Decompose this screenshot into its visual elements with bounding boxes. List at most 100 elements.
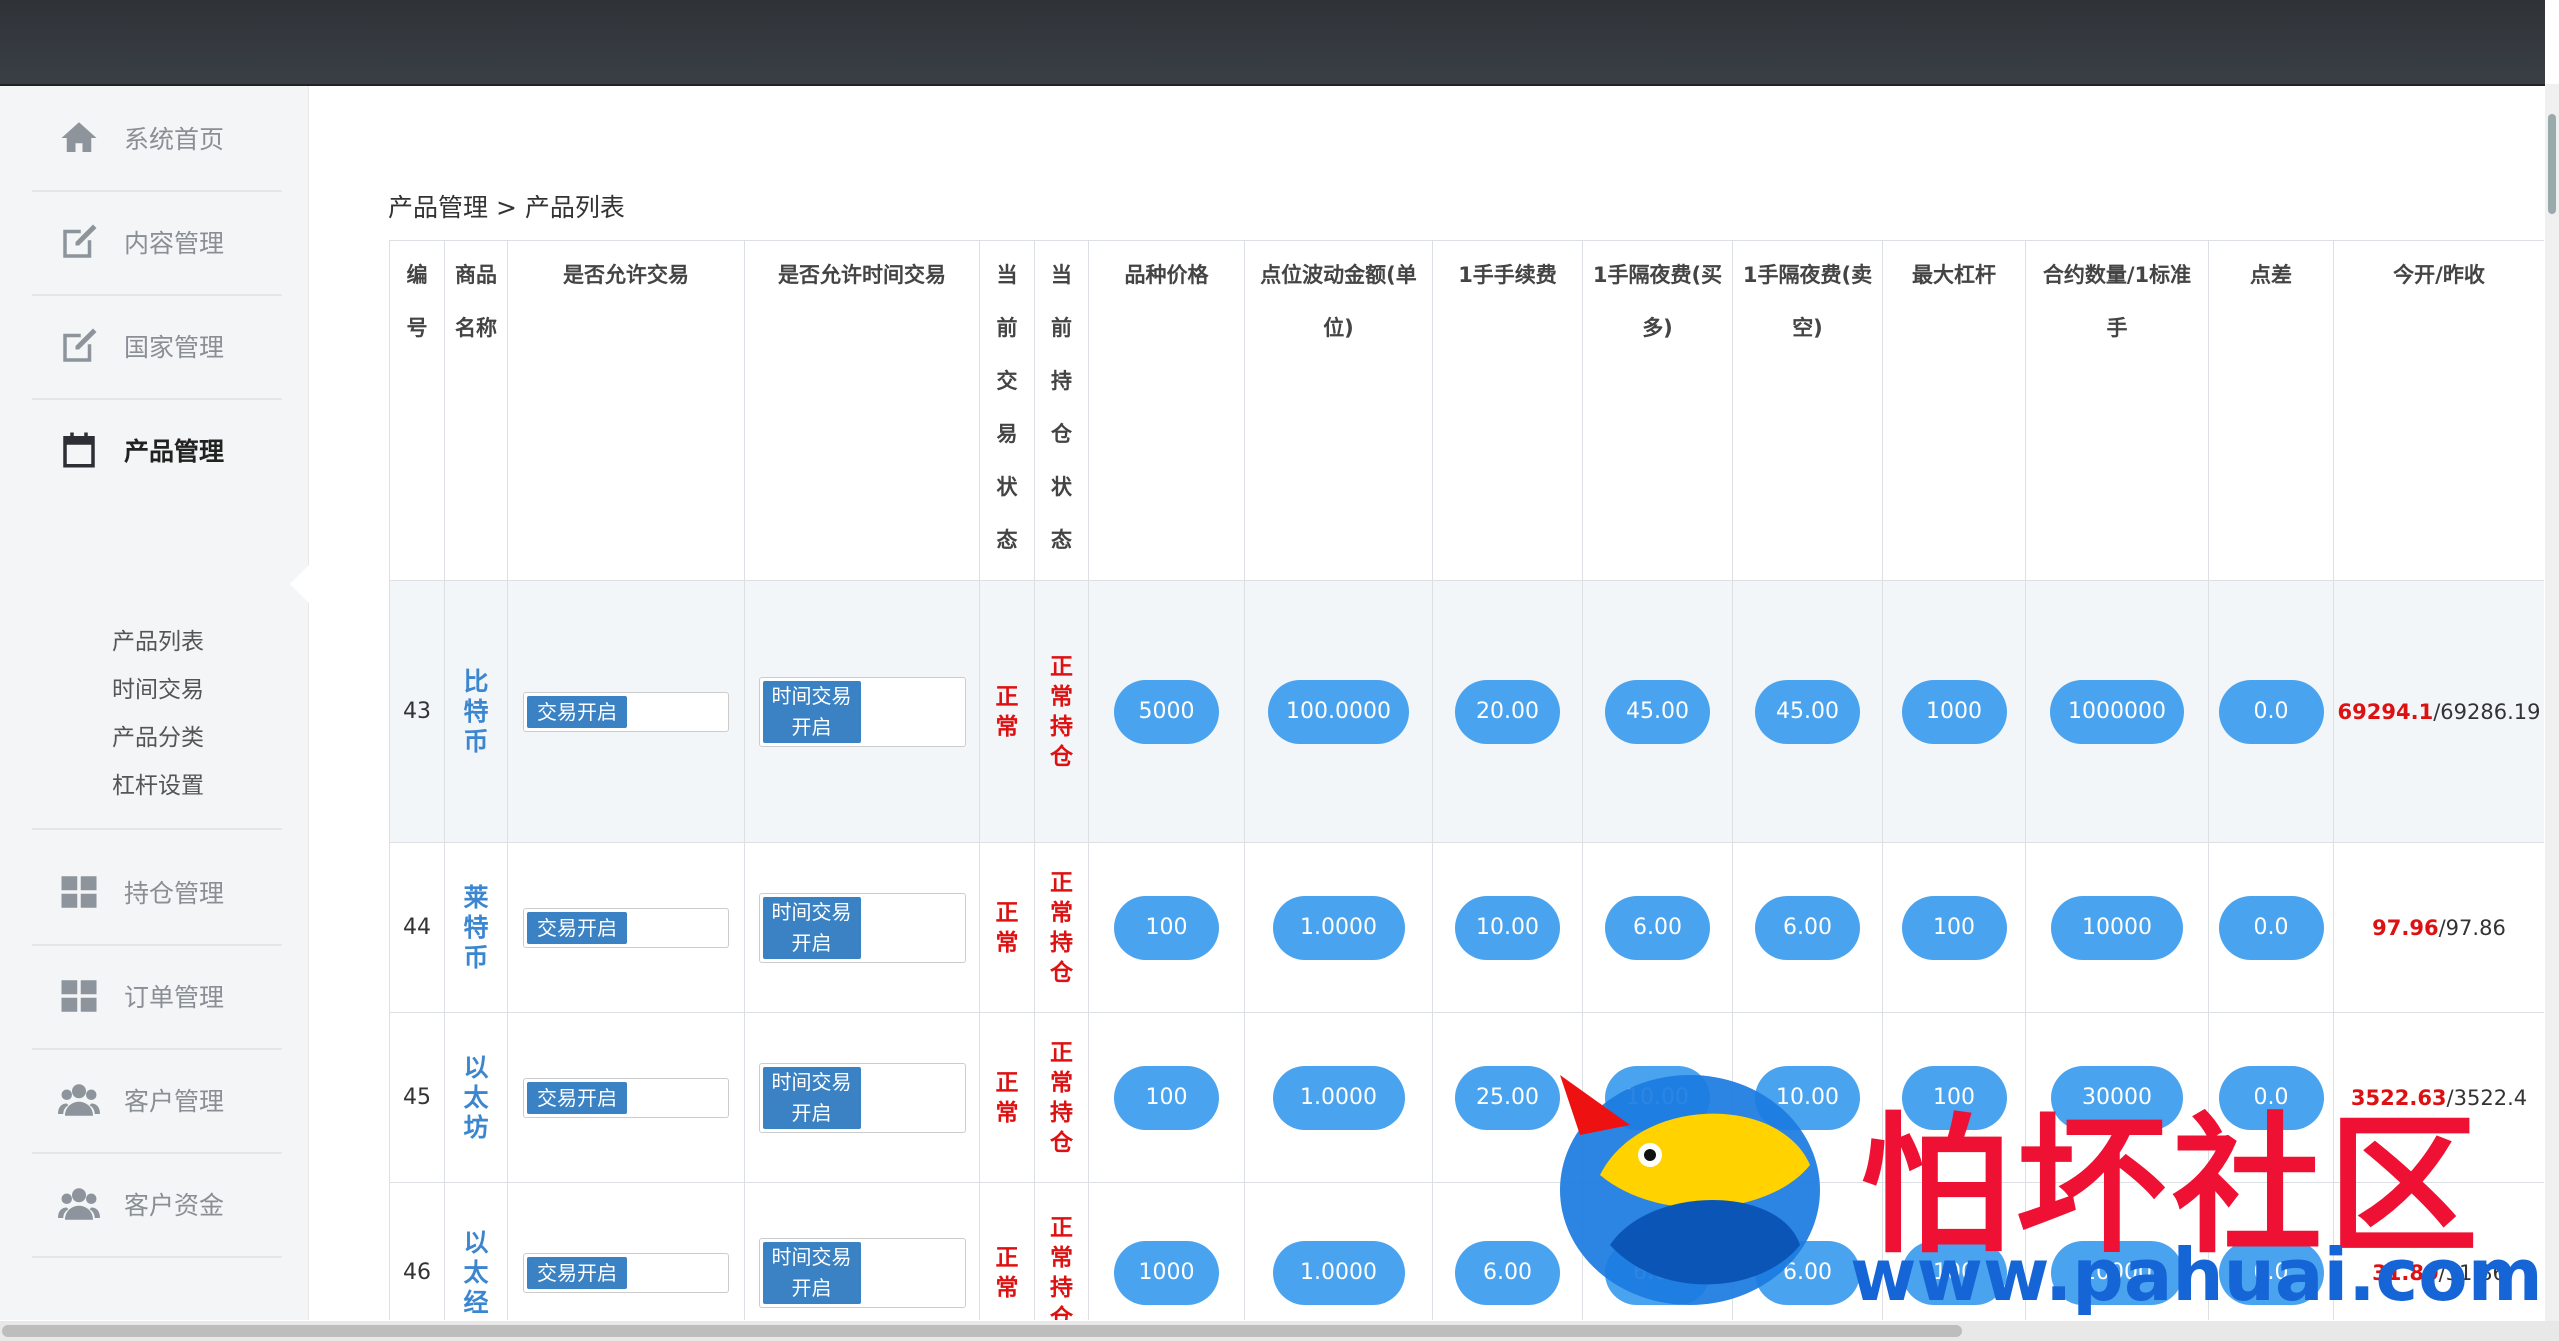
contract-pill[interactable]: 10000 bbox=[2051, 1240, 2183, 1305]
max-leverage-pill[interactable]: 100 bbox=[1901, 1065, 2007, 1130]
sidebar-item-position[interactable]: 持仓管理 bbox=[32, 840, 282, 946]
spread-pill[interactable]: 0.0 bbox=[2218, 895, 2324, 960]
sidebar: 系统首页 内容管理 国家管理 产品管理 产品列表 时间交易 产品分类 杠杆设置 … bbox=[0, 86, 309, 1320]
cell-id: 46 bbox=[389, 1182, 445, 1320]
open-price: 31.80 bbox=[2372, 1260, 2439, 1285]
col-header-price[interactable]: 品种价格 bbox=[1088, 240, 1245, 581]
users-icon bbox=[58, 1188, 100, 1220]
point-value-pill[interactable]: 1.0000 bbox=[1272, 1065, 1405, 1130]
col-header-spread[interactable]: 点差 bbox=[2208, 240, 2334, 581]
fee-pill[interactable]: 25.00 bbox=[1455, 1065, 1560, 1130]
sidebar-item-country[interactable]: 国家管理 bbox=[32, 294, 282, 400]
spread-pill[interactable]: 0.0 bbox=[2218, 679, 2324, 744]
spread-pill[interactable]: 0.0 bbox=[2218, 1065, 2324, 1130]
col-header-allow-time-trade[interactable]: 是否允许时间交易 bbox=[744, 240, 980, 581]
active-indicator bbox=[290, 564, 310, 604]
col-header-name[interactable]: 商品名称 bbox=[444, 240, 508, 581]
cell-id: 44 bbox=[389, 842, 445, 1013]
point-value-pill[interactable]: 1.0000 bbox=[1272, 1240, 1405, 1305]
time-trade-toggle[interactable]: 时间交易开启 bbox=[758, 676, 966, 747]
contract-pill[interactable]: 10000 bbox=[2051, 895, 2183, 960]
sidebar-item-label: 订单管理 bbox=[124, 983, 225, 1012]
users-icon bbox=[58, 1084, 100, 1116]
fee-pill[interactable]: 6.00 bbox=[1455, 1240, 1560, 1305]
sidebar-item-product[interactable]: 产品管理 bbox=[32, 398, 282, 502]
overnight-buy-pill[interactable]: 45.00 bbox=[1605, 679, 1710, 744]
scroll-thumb[interactable] bbox=[2, 1325, 1962, 1337]
horizontal-scrollbar[interactable] bbox=[0, 1321, 2559, 1341]
col-header-hold-status[interactable]: 当前持仓状态 bbox=[1034, 240, 1089, 581]
price-pill[interactable]: 1000 bbox=[1114, 1240, 1219, 1305]
subnav-item-product-category[interactable]: 产品分类 bbox=[32, 714, 282, 762]
overnight-buy-pill[interactable]: 10.00 bbox=[1605, 1065, 1710, 1130]
contract-pill[interactable]: 30000 bbox=[2051, 1065, 2183, 1130]
top-bar bbox=[0, 0, 2545, 86]
product-name-link[interactable]: 以太经 bbox=[445, 1228, 507, 1318]
col-header-trade-status[interactable]: 当前交易状态 bbox=[979, 240, 1035, 581]
home-icon bbox=[61, 122, 97, 152]
time-trade-toggle[interactable]: 时间交易开启 bbox=[758, 1062, 966, 1133]
max-leverage-pill[interactable]: 100 bbox=[1901, 895, 2007, 960]
sidebar-item-label: 产品管理 bbox=[124, 437, 225, 466]
table-row: 45 以太坊 交易开启 时间交易开启 正常 正常持仓 100 1.0000 25… bbox=[389, 1012, 2544, 1183]
col-header-overnight-sell[interactable]: 1手隔夜费(卖空) bbox=[1732, 240, 1883, 581]
fee-pill[interactable]: 10.00 bbox=[1455, 895, 1560, 960]
col-header-fee[interactable]: 1手手续费 bbox=[1432, 240, 1583, 581]
trade-toggle[interactable]: 交易开启 bbox=[523, 907, 729, 948]
sidebar-item-home[interactable]: 系统首页 bbox=[32, 86, 282, 192]
subnav-item-time-trade[interactable]: 时间交易 bbox=[32, 666, 282, 714]
subnav-item-leverage[interactable]: 杠杆设置 bbox=[32, 762, 282, 810]
max-leverage-pill[interactable]: 1000 bbox=[1901, 679, 2007, 744]
vertical-scrollbar[interactable] bbox=[2545, 84, 2559, 1321]
time-trade-toggle[interactable]: 时间交易开启 bbox=[758, 1237, 966, 1308]
sidebar-item-label: 内容管理 bbox=[124, 229, 225, 258]
open-close-value: 97.96/97.86 bbox=[2333, 842, 2544, 1013]
product-name-link[interactable]: 比特币 bbox=[445, 667, 507, 757]
col-header-point-value[interactable]: 点位波动金额(单位) bbox=[1244, 240, 1433, 581]
overnight-sell-pill[interactable]: 6.00 bbox=[1755, 1240, 1860, 1305]
point-value-pill[interactable]: 1.0000 bbox=[1272, 895, 1405, 960]
price-pill[interactable]: 5000 bbox=[1114, 679, 1219, 744]
col-header-id[interactable]: 编号 bbox=[389, 240, 445, 581]
cell-id: 45 bbox=[389, 1012, 445, 1183]
col-header-contract[interactable]: 合约数量/1标准手 bbox=[2025, 240, 2209, 581]
contract-pill[interactable]: 1000000 bbox=[2050, 679, 2184, 744]
toggle-label: 时间交易开启 bbox=[762, 896, 861, 959]
col-header-overnight-buy[interactable]: 1手隔夜费(买多) bbox=[1582, 240, 1733, 581]
close-price: /3522.4 bbox=[2446, 1085, 2528, 1110]
overnight-buy-pill[interactable]: 6.00 bbox=[1605, 1240, 1710, 1305]
overnight-buy-pill[interactable]: 6.00 bbox=[1605, 895, 1710, 960]
price-pill[interactable]: 100 bbox=[1114, 895, 1219, 960]
sidebar-item-customer[interactable]: 客户管理 bbox=[32, 1048, 282, 1154]
time-trade-toggle[interactable]: 时间交易开启 bbox=[758, 892, 966, 963]
overnight-sell-pill[interactable]: 45.00 bbox=[1755, 679, 1860, 744]
product-name-link[interactable]: 以太坊 bbox=[445, 1053, 507, 1143]
point-value-pill[interactable]: 100.0000 bbox=[1268, 679, 1409, 744]
col-header-allow-trade[interactable]: 是否允许交易 bbox=[507, 240, 745, 581]
trade-toggle[interactable]: 交易开启 bbox=[523, 691, 729, 732]
grid-icon bbox=[61, 876, 97, 908]
trade-toggle[interactable]: 交易开启 bbox=[523, 1252, 729, 1293]
open-close-value: 69294.1/69286.19 bbox=[2333, 580, 2544, 843]
col-header-open-close[interactable]: 今开/昨收 bbox=[2333, 240, 2544, 581]
product-name-link[interactable]: 莱特币 bbox=[445, 883, 507, 973]
sidebar-item-order[interactable]: 订单管理 bbox=[32, 944, 282, 1050]
sidebar-item-label: 国家管理 bbox=[124, 333, 225, 362]
sidebar-item-label: 系统首页 bbox=[124, 125, 225, 154]
max-leverage-pill[interactable]: 100 bbox=[1901, 1240, 2007, 1305]
spread-pill[interactable]: 0.0 bbox=[2218, 1240, 2324, 1305]
sidebar-item-content[interactable]: 内容管理 bbox=[32, 190, 282, 296]
trade-toggle[interactable]: 交易开启 bbox=[523, 1077, 729, 1118]
col-header-max-leverage[interactable]: 最大杠杆 bbox=[1882, 240, 2026, 581]
toggle-label: 交易开启 bbox=[527, 1256, 627, 1289]
overnight-sell-pill[interactable]: 6.00 bbox=[1755, 895, 1860, 960]
trade-status: 正常 bbox=[995, 1069, 1019, 1126]
subnav-item-product-list[interactable]: 产品列表 bbox=[32, 618, 282, 666]
overnight-sell-pill[interactable]: 10.00 bbox=[1755, 1065, 1860, 1130]
fee-pill[interactable]: 20.00 bbox=[1455, 679, 1560, 744]
breadcrumb: 产品管理 > 产品列表 bbox=[388, 193, 625, 222]
hold-status: 正常持仓 bbox=[1050, 869, 1073, 986]
scroll-thumb[interactable] bbox=[2548, 114, 2556, 214]
sidebar-item-customer-funds[interactable]: 客户资金 bbox=[32, 1152, 282, 1258]
price-pill[interactable]: 100 bbox=[1114, 1065, 1219, 1130]
